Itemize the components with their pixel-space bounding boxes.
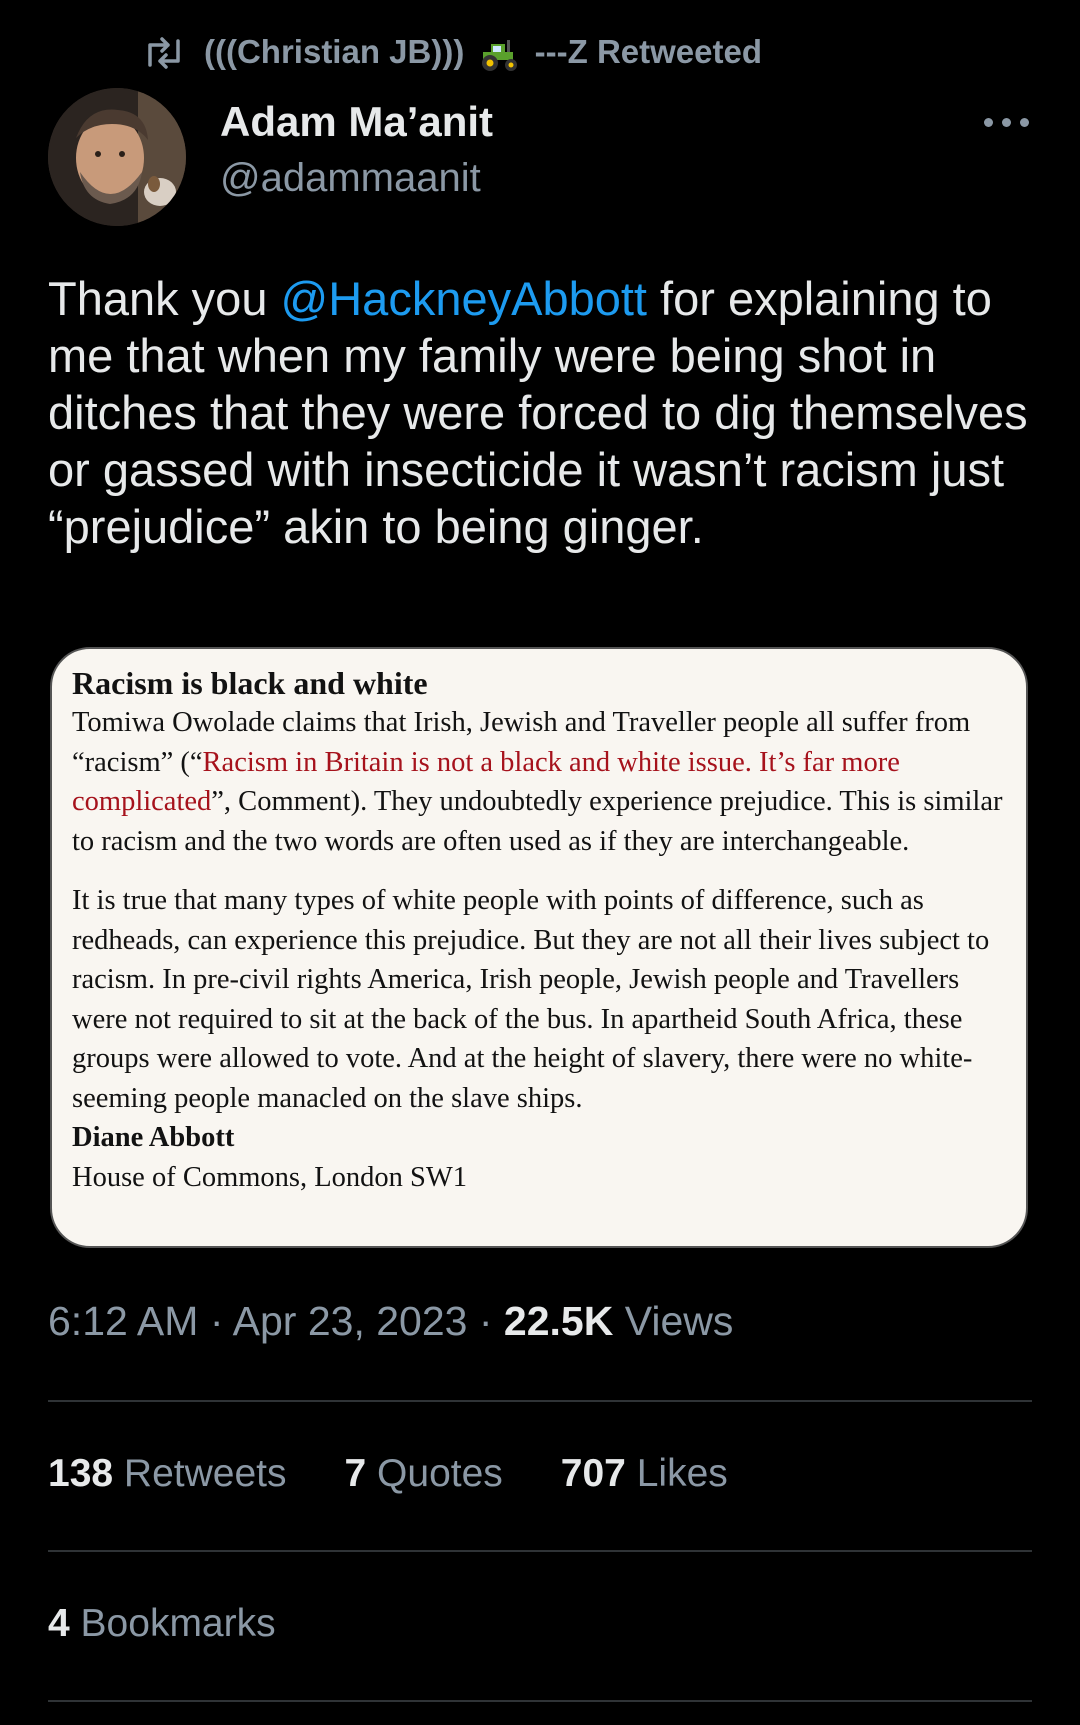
attached-image-clipping[interactable]: Racism is black and white Tomiwa Owolade… [50, 647, 1028, 1248]
engagement-stats: 138 Retweets 7 Quotes 707 Likes [48, 1452, 786, 1496]
divider [48, 1700, 1032, 1702]
bookmarks-count: 4 [48, 1602, 70, 1645]
clipping-paragraph-2: It is true that many types of white peop… [72, 885, 990, 1114]
bookmarks-stat[interactable]: 4 Bookmarks [48, 1602, 276, 1646]
views-label: Views [624, 1298, 734, 1344]
quotes-count: 7 [344, 1452, 367, 1495]
retweets-label: Retweets [123, 1452, 287, 1495]
clipping-headline: Racism is black and white [72, 665, 428, 701]
retweeter-name-prefix: (((Christian JB))) [204, 33, 465, 71]
quotes-label: Quotes [377, 1452, 503, 1495]
clipping-p1-after: ”, Comment). They undoubtedly experience… [72, 786, 1003, 857]
clipping-signature: Diane Abbott [72, 1122, 235, 1153]
retweets-count: 138 [48, 1452, 114, 1495]
tractor-emoji-icon [482, 39, 518, 71]
views-count: 22.5K [503, 1298, 614, 1344]
clipping-address: House of Commons, London SW1 [72, 1161, 468, 1193]
tweet-meta: 6:12 AM · Apr 23, 2023 · 22.5K Views [48, 1298, 733, 1345]
quotes-stat[interactable]: 7 Quotes [345, 1452, 503, 1496]
retweet-icon [148, 37, 180, 69]
retweeter-name[interactable]: (((Christian JB))) ---Z Retweeted [204, 33, 762, 72]
author-display-name[interactable]: Adam Ma’anit [220, 98, 493, 146]
divider [48, 1400, 1032, 1402]
bookmarks-label: Bookmarks [80, 1602, 276, 1645]
likes-label: Likes [636, 1452, 728, 1495]
more-options-icon[interactable] [984, 112, 1030, 132]
tweet-text: Thank you @HackneyAbbott for explaining … [48, 270, 1038, 555]
mention-link[interactable]: @HackneyAbbott [281, 272, 647, 325]
author-handle[interactable]: @adammaanit [220, 156, 481, 201]
retweeted-label: ---Z Retweeted [534, 33, 762, 71]
avatar[interactable] [48, 88, 186, 226]
retweet-context[interactable]: (((Christian JB))) ---Z Retweeted [142, 30, 762, 76]
avatar-image [48, 88, 186, 226]
divider [48, 1550, 1032, 1552]
likes-count: 707 [560, 1452, 626, 1495]
meta-separator-2: · [478, 1298, 493, 1344]
tweet-date[interactable]: Apr 23, 2023 [233, 1298, 468, 1344]
likes-stat[interactable]: 707 Likes [561, 1452, 728, 1496]
clipping-paragraph-1: Tomiwa Owolade claims that Irish, Jewish… [72, 703, 1006, 861]
tweet-time[interactable]: 6:12 AM [48, 1298, 198, 1344]
retweets-stat[interactable]: 138 Retweets [48, 1452, 287, 1496]
tweet-text-before: Thank you [48, 272, 281, 325]
meta-separator: · [209, 1298, 224, 1344]
